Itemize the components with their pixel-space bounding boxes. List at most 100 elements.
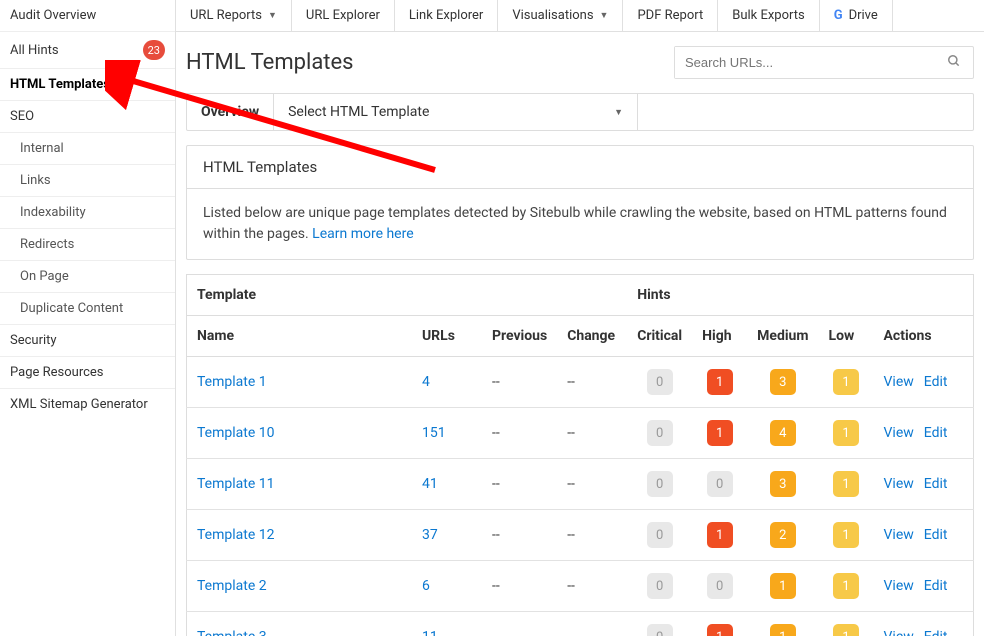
page-title: HTML Templates: [186, 50, 354, 75]
hint-low-badge: 1: [833, 369, 859, 395]
edit-link[interactable]: Edit: [924, 476, 948, 492]
urls-link[interactable]: 11: [422, 629, 438, 636]
topnav-url-reports[interactable]: URL Reports▼: [176, 0, 292, 31]
sidebar-item-label: HTML Templates: [10, 77, 110, 92]
template-name-link[interactable]: Template 11: [197, 476, 274, 492]
edit-link[interactable]: Edit: [924, 629, 948, 636]
col-change: Change: [557, 316, 627, 357]
sidebar-item-html-templates[interactable]: HTML Templates: [0, 68, 175, 100]
sidebar-item-label: Duplicate Content: [20, 301, 123, 316]
topnav-visualisations[interactable]: Visualisations▼: [498, 0, 623, 31]
topnav-link-explorer[interactable]: Link Explorer: [395, 0, 498, 31]
hint-high-badge: 0: [707, 471, 733, 497]
change-cell: --: [557, 408, 627, 459]
col-actions: Actions: [874, 316, 974, 357]
templates-table: Template Hints Name URLs Previous Change…: [186, 274, 974, 636]
hint-medium-badge: 4: [770, 420, 796, 446]
sidebar-item-label: Page Resources: [10, 365, 104, 380]
edit-link[interactable]: Edit: [924, 425, 948, 441]
sidebar-item-on-page[interactable]: On Page: [0, 260, 175, 292]
topnav-drive[interactable]: GDrive: [820, 0, 893, 31]
change-cell: --: [557, 357, 627, 408]
sidebar-item-redirects[interactable]: Redirects: [0, 228, 175, 260]
sidebar-item-page-resources[interactable]: Page Resources: [0, 356, 175, 388]
info-panel: HTML Templates Listed below are unique p…: [186, 145, 974, 260]
main: URL Reports▼URL Explorer Link Explorer Vis…: [176, 0, 984, 636]
template-name-link[interactable]: Template 12: [197, 527, 274, 543]
previous-cell: --: [482, 459, 557, 510]
table-header-row: Name URLs Previous Change Critical High …: [187, 316, 974, 357]
sidebar-item-links[interactable]: Links: [0, 164, 175, 196]
urls-link[interactable]: 4: [422, 374, 430, 390]
hint-high-badge: 1: [707, 369, 733, 395]
hint-medium-badge: 1: [770, 573, 796, 599]
view-link[interactable]: View: [884, 374, 914, 390]
sidebar-item-label: Internal: [20, 141, 64, 156]
group-hints: Hints: [627, 275, 873, 316]
sidebar-item-xml-sitemap-generator[interactable]: XML Sitemap Generator: [0, 388, 175, 420]
sidebar-heading: Audit Overview: [0, 0, 175, 31]
sidebar-item-security[interactable]: Security: [0, 324, 175, 356]
search-input[interactable]: [675, 47, 935, 78]
col-critical: Critical: [627, 316, 692, 357]
previous-cell: --: [482, 510, 557, 561]
view-link[interactable]: View: [884, 578, 914, 594]
template-select-label: Select HTML Template: [288, 104, 429, 120]
previous-cell: --: [482, 612, 557, 636]
change-cell: --: [557, 561, 627, 612]
view-link[interactable]: View: [884, 476, 914, 492]
hint-medium-badge: 1: [770, 624, 796, 636]
caret-down-icon: ▼: [268, 10, 277, 21]
sidebar-item-seo[interactable]: SEO: [0, 100, 175, 132]
content: HTML Templates Overview Select HTML Temp…: [176, 32, 984, 636]
topnav-label: Link Explorer: [409, 8, 483, 23]
topnav-url-explorer[interactable]: URL Explorer: [292, 0, 395, 31]
previous-cell: --: [482, 561, 557, 612]
tab-overview[interactable]: Overview: [187, 94, 274, 130]
urls-link[interactable]: 6: [422, 578, 430, 594]
change-cell: --: [557, 459, 627, 510]
urls-link[interactable]: 41: [422, 476, 438, 492]
hint-low-badge: 1: [833, 522, 859, 548]
view-link[interactable]: View: [884, 425, 914, 441]
view-link[interactable]: View: [884, 629, 914, 636]
template-name-link[interactable]: Template 3: [197, 629, 267, 636]
table-row: Template 311----0111ViewEdit: [187, 612, 974, 636]
search-button[interactable]: [935, 47, 973, 78]
tabset: Overview Select HTML Template ▼: [186, 93, 974, 131]
hint-high-badge: 1: [707, 624, 733, 636]
sidebar-item-label: Security: [10, 333, 57, 348]
sidebar-item-duplicate-content[interactable]: Duplicate Content: [0, 292, 175, 324]
template-name-link[interactable]: Template 2: [197, 578, 267, 594]
sidebar-item-indexability[interactable]: Indexability: [0, 196, 175, 228]
urls-link[interactable]: 37: [422, 527, 438, 543]
sidebar-item-label: Indexability: [20, 205, 86, 220]
template-name-link[interactable]: Template 1: [197, 374, 267, 390]
edit-link[interactable]: Edit: [924, 578, 948, 594]
table-row: Template 1141----0031ViewEdit: [187, 459, 974, 510]
sidebar-item-internal[interactable]: Internal: [0, 132, 175, 164]
col-high: High: [692, 316, 747, 357]
topnav-bulk-exports[interactable]: Bulk Exports: [718, 0, 819, 31]
topnav-label: Bulk Exports: [732, 8, 804, 23]
caret-down-icon: ▼: [614, 107, 623, 118]
template-select[interactable]: Select HTML Template ▼: [274, 94, 638, 130]
sidebar-item-label: SEO: [10, 109, 34, 124]
topnav-pdf-report[interactable]: PDF Report: [623, 0, 718, 31]
edit-link[interactable]: Edit: [924, 527, 948, 543]
urls-link[interactable]: 151: [422, 425, 446, 441]
edit-link[interactable]: Edit: [924, 374, 948, 390]
table-row: Template 1237----0121ViewEdit: [187, 510, 974, 561]
search-icon: [947, 55, 961, 71]
caret-down-icon: ▼: [600, 10, 609, 21]
panel-title: HTML Templates: [187, 146, 973, 189]
hint-critical-badge: 0: [647, 420, 673, 446]
group-empty: [874, 275, 974, 316]
learn-more-link[interactable]: Learn more here: [312, 226, 413, 242]
hint-low-badge: 1: [833, 624, 859, 636]
col-medium: Medium: [747, 316, 818, 357]
table-group-row: Template Hints: [187, 275, 974, 316]
view-link[interactable]: View: [884, 527, 914, 543]
sidebar-item-all-hints[interactable]: All Hints23: [0, 31, 175, 68]
template-name-link[interactable]: Template 10: [197, 425, 274, 441]
